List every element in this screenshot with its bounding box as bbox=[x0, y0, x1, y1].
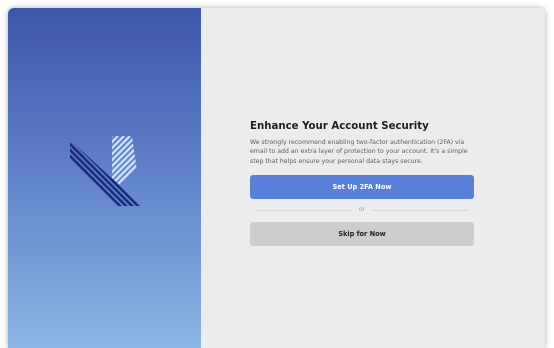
divider-line-right bbox=[371, 209, 469, 211]
divider-line-left bbox=[255, 209, 353, 211]
security-prompt-card: Enhance Your Account Security We strongl… bbox=[250, 121, 474, 246]
brand-panel bbox=[8, 8, 201, 348]
app-window: Enhance Your Account Security We strongl… bbox=[8, 8, 545, 348]
content-panel: Enhance Your Account Security We strongl… bbox=[201, 8, 545, 348]
divider-text: or bbox=[359, 207, 365, 214]
security-description: We strongly recommend enabling two-facto… bbox=[250, 139, 468, 165]
setup-2fa-button[interactable]: Set Up 2FA Now bbox=[250, 174, 474, 199]
skip-button[interactable]: Skip for Now bbox=[250, 221, 474, 246]
page-title: Enhance Your Account Security bbox=[250, 121, 429, 132]
or-divider: or bbox=[255, 206, 469, 215]
striped-m-logo-icon bbox=[70, 136, 142, 206]
